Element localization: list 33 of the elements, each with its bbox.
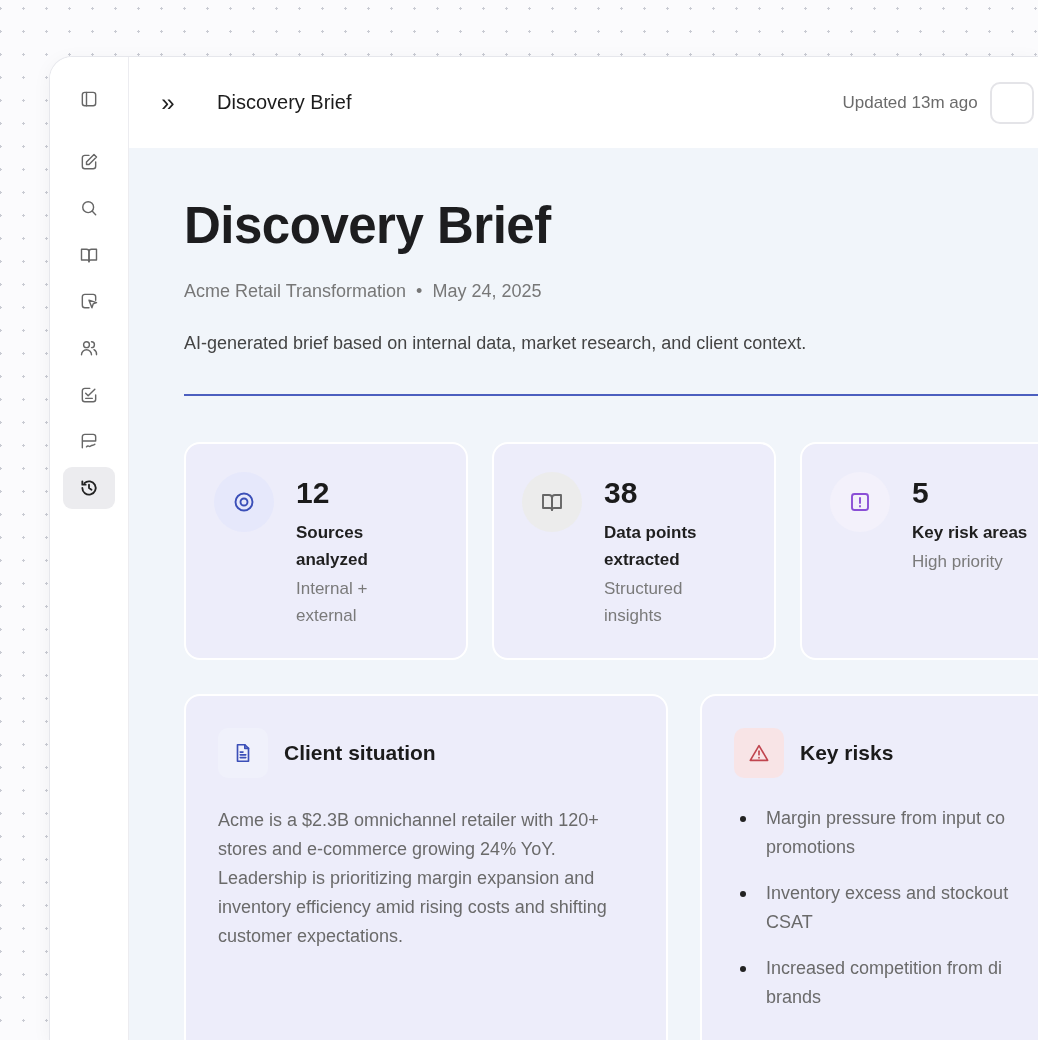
risk-item: Margin pressure from input co promotions <box>766 807 1006 859</box>
updated-time: Updated 13m ago <box>842 92 978 113</box>
stat-value: 38 <box>604 476 639 510</box>
target-icon <box>232 490 256 514</box>
bullet-icon <box>740 966 746 972</box>
stat-value: 12 <box>296 476 331 510</box>
warning-icon <box>748 742 770 764</box>
brief-title: Discovery Brief <box>184 196 553 256</box>
bullet-icon <box>740 891 746 897</box>
stat-value: 5 <box>912 476 930 510</box>
separator-dot: • <box>416 281 423 302</box>
risk-item: Increased competition from di brands <box>766 957 1003 1009</box>
edit-icon <box>79 151 99 172</box>
sidebar-panel-icon <box>79 89 99 109</box>
stat-label: Sources analyzed <box>296 522 369 571</box>
sidebar-item[interactable] <box>63 466 115 509</box>
stat-note: Structured insights <box>604 578 684 627</box>
alert-icon <box>848 490 872 514</box>
brief-date: May 24, 2025 <box>432 281 542 302</box>
history-icon <box>79 477 99 498</box>
stat-label: Data points extracted <box>604 522 698 571</box>
expand-sidebar-button[interactable]: » <box>153 88 183 117</box>
bullet-icon <box>740 816 746 822</box>
section-title: Client situation <box>284 741 436 765</box>
project-name: Acme Retail Transformation <box>184 281 407 302</box>
stat-note: Internal + external <box>296 578 369 627</box>
stat-label: Key risk areas <box>912 522 1029 544</box>
page-title: Discovery Brief <box>217 91 352 114</box>
stat-note: High priority <box>912 551 1004 573</box>
section-title: Key risks <box>800 741 894 765</box>
client-situation-text: Acme is a $2.3B omnichannel retailer with 120+ stores and e-commerce growing 24% YoY. Leadership is prioritizing margin expansion and inventory efficiency amid rising costs and shifting customer expectations. <box>218 809 608 948</box>
risk-item: Inventory excess and stockout CSAT <box>766 882 1009 934</box>
brief-description: AI-generated brief based on internal data, market research, and client context. <box>184 332 808 355</box>
